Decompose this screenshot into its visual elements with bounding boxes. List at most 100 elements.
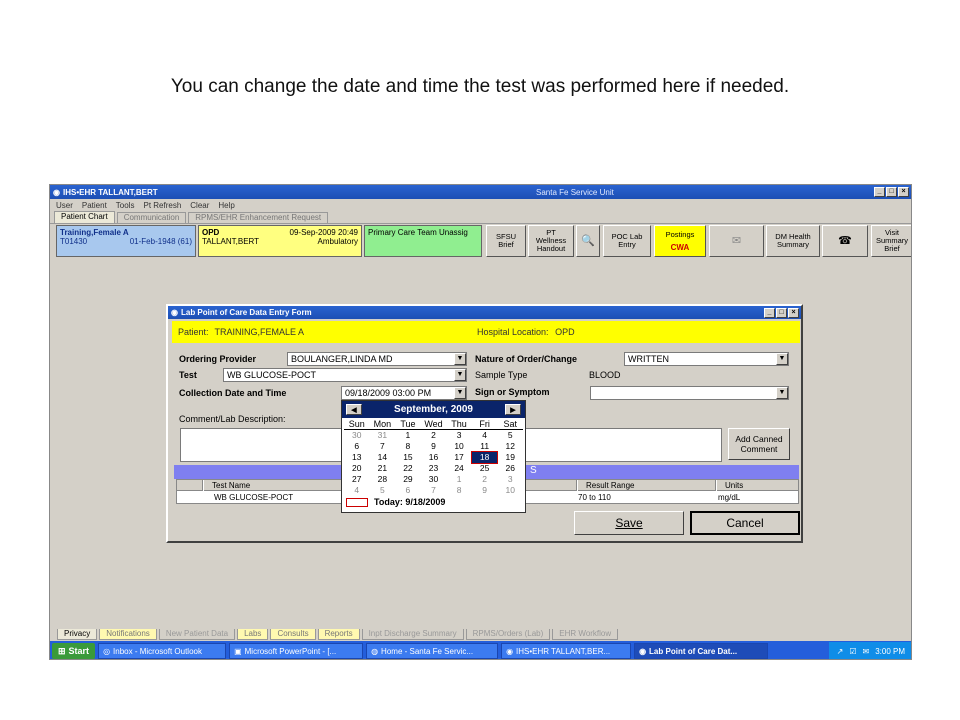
calendar-day[interactable]: 3 — [497, 474, 523, 485]
calendar-day[interactable]: 28 — [370, 474, 396, 485]
calendar-day[interactable]: 2 — [421, 430, 447, 441]
primary-care-team[interactable]: Primary Care Team Unassig — [364, 225, 482, 257]
poc-lab-entry-button[interactable]: POC Lab Entry — [603, 225, 651, 257]
tab-privacy[interactable]: Privacy — [57, 629, 98, 640]
calendar-day[interactable]: 22 — [395, 463, 421, 474]
calendar-day[interactable]: 14 — [370, 452, 396, 463]
test-combo[interactable]: WB GLUCOSE-POCT ▼ — [223, 368, 467, 382]
task-browser[interactable]: ◍ Home - Santa Fe Servic... — [366, 643, 499, 659]
menu-user[interactable]: User — [56, 201, 73, 210]
calendar-day[interactable]: 25 — [472, 463, 498, 474]
calendar-day[interactable]: 8 — [395, 441, 421, 452]
calendar-day[interactable]: 20 — [344, 463, 370, 474]
calendar-day[interactable]: 7 — [421, 485, 447, 496]
save-button[interactable]: Save — [574, 511, 684, 535]
visit-summary-brief-button[interactable]: Visit Summary Brief — [871, 225, 911, 257]
close-button[interactable]: × — [898, 187, 909, 197]
calendar-day[interactable]: 30 — [421, 474, 447, 485]
ordering-provider-combo[interactable]: BOULANGER,LINDA MD ▼ — [287, 352, 467, 366]
calendar-day[interactable]: 12 — [497, 441, 523, 452]
start-button[interactable]: ⊞ Start — [52, 643, 96, 659]
dialog-close-button[interactable]: × — [788, 307, 799, 318]
grid-cell-test-name[interactable]: WB GLUCOSE-POCT — [210, 492, 293, 503]
tab-rpms-orders-lab[interactable]: RPMS/Orders (Lab) — [465, 629, 551, 640]
calendar-day[interactable]: 8 — [446, 485, 472, 496]
calendar-day[interactable]: 24 — [446, 463, 472, 474]
calendar-day[interactable]: 7 — [370, 441, 396, 452]
chevron-down-icon[interactable]: ▼ — [776, 387, 788, 399]
tab-communication[interactable]: Communication — [116, 212, 187, 223]
cancel-button[interactable]: Cancel — [690, 511, 800, 535]
ehr-title-bar[interactable]: ◉ IHS•EHR TALLANT,BERT Santa Fe Service … — [50, 185, 911, 199]
calendar-day[interactable]: 13 — [344, 452, 370, 463]
prev-month-button[interactable]: ◀ — [346, 404, 362, 415]
calendar-day[interactable]: 10 — [497, 485, 523, 496]
clock[interactable]: 3:00 PM — [875, 647, 905, 656]
chevron-down-icon[interactable]: ▼ — [454, 387, 466, 399]
lab-dialog-title-bar[interactable]: ◉ Lab Point of Care Data Entry Form _ □ … — [168, 306, 801, 319]
calendar-day[interactable]: 18 — [470, 451, 499, 464]
calendar-day[interactable]: 30 — [344, 430, 370, 441]
tray-mail-icon[interactable]: ✉ — [863, 647, 870, 656]
dialog-minimize-button[interactable]: _ — [764, 307, 775, 318]
task-powerpoint[interactable]: ▣ Microsoft PowerPoint - [... — [229, 643, 364, 659]
nature-of-order-combo[interactable]: WRITTEN ▼ — [624, 352, 789, 366]
tab-enhancement-request[interactable]: RPMS/EHR Enhancement Request — [188, 212, 329, 223]
chevron-down-icon[interactable]: ▼ — [454, 353, 466, 365]
calendar-day[interactable]: 23 — [421, 463, 447, 474]
tray-arrow-icon[interactable]: ↗ — [837, 647, 844, 656]
minimize-button[interactable]: _ — [874, 187, 885, 197]
patient-selector[interactable]: Training,Female A T01430 01-Feb-1948 (61… — [56, 225, 196, 257]
calendar-today[interactable]: Today: 9/18/2009 — [342, 497, 525, 507]
magnify-report-icon[interactable]: 🔍 — [576, 225, 600, 257]
tab-notifications[interactable]: Notifications — [99, 629, 157, 640]
collection-date-picker[interactable]: 09/18/2009 03:00 PM ▼ — [341, 386, 467, 400]
calendar-day[interactable]: 9 — [421, 441, 447, 452]
next-month-button[interactable]: ▶ — [505, 404, 521, 415]
calendar-day[interactable]: 1 — [395, 430, 421, 441]
add-canned-comment-button[interactable]: Add Canned Comment — [728, 428, 790, 460]
menu-pt-refresh[interactable]: Pt Refresh — [143, 201, 181, 210]
calendar-day[interactable]: 19 — [497, 452, 523, 463]
phone-icon[interactable]: ☎ — [822, 225, 868, 257]
calendar-day[interactable]: 5 — [497, 430, 523, 441]
calendar-day[interactable]: 5 — [370, 485, 396, 496]
dm-health-summary-button[interactable]: DM Health Summary — [766, 225, 820, 257]
tab-reports[interactable]: Reports — [317, 629, 360, 640]
tab-consults[interactable]: Consults — [270, 629, 316, 640]
notes-icon[interactable]: ✉ — [709, 225, 764, 257]
sfsu-brief-button[interactable]: SFSU Brief — [486, 225, 526, 257]
menu-patient[interactable]: Patient — [82, 201, 107, 210]
calendar-day[interactable]: 16 — [421, 452, 447, 463]
grid-cell-result-range[interactable]: 70 to 110 — [574, 492, 611, 503]
maximize-button[interactable]: □ — [886, 187, 897, 197]
chevron-down-icon[interactable]: ▼ — [454, 369, 466, 381]
calendar-day[interactable]: 6 — [395, 485, 421, 496]
task-outlook[interactable]: ◎ Inbox - Microsoft Outlook — [98, 643, 227, 659]
dialog-maximize-button[interactable]: □ — [776, 307, 787, 318]
tab-patient-chart[interactable]: Patient Chart — [54, 211, 115, 223]
calendar-day[interactable]: 26 — [497, 463, 523, 474]
tab-labs[interactable]: Labs — [237, 629, 269, 640]
pt-wellness-button[interactable]: PT Wellness Handout — [528, 225, 574, 257]
tray-network-icon[interactable]: ☑ — [849, 647, 856, 656]
sign-symptom-combo[interactable]: ▼ — [590, 386, 789, 400]
calendar-day[interactable]: 9 — [472, 485, 498, 496]
calendar-day[interactable]: 27 — [344, 474, 370, 485]
calendar-day[interactable]: 6 — [344, 441, 370, 452]
menu-tools[interactable]: Tools — [116, 201, 135, 210]
calendar-day[interactable]: 2 — [472, 474, 498, 485]
calendar-day[interactable]: 15 — [395, 452, 421, 463]
tab-new-patient-data[interactable]: New Patient Data — [158, 629, 236, 640]
tab-ehr-workflow[interactable]: EHR Workflow — [552, 629, 619, 640]
calendar-day[interactable]: 3 — [446, 430, 472, 441]
task-ehr[interactable]: ◉ IHS•EHR TALLANT,BER... — [501, 643, 632, 659]
calendar-day[interactable]: 31 — [370, 430, 396, 441]
calendar-day[interactable]: 21 — [370, 463, 396, 474]
menu-clear[interactable]: Clear — [190, 201, 209, 210]
calendar-day[interactable]: 10 — [446, 441, 472, 452]
visit-selector[interactable]: OPD 09-Sep-2009 20:49 TALLANT,BERT Ambul… — [198, 225, 362, 257]
grid-cell-units[interactable]: mg/dL — [714, 492, 740, 503]
tab-inpt-discharge-summary[interactable]: Inpt Discharge Summary — [361, 629, 464, 640]
postings-button[interactable]: Postings CWA — [654, 225, 706, 257]
